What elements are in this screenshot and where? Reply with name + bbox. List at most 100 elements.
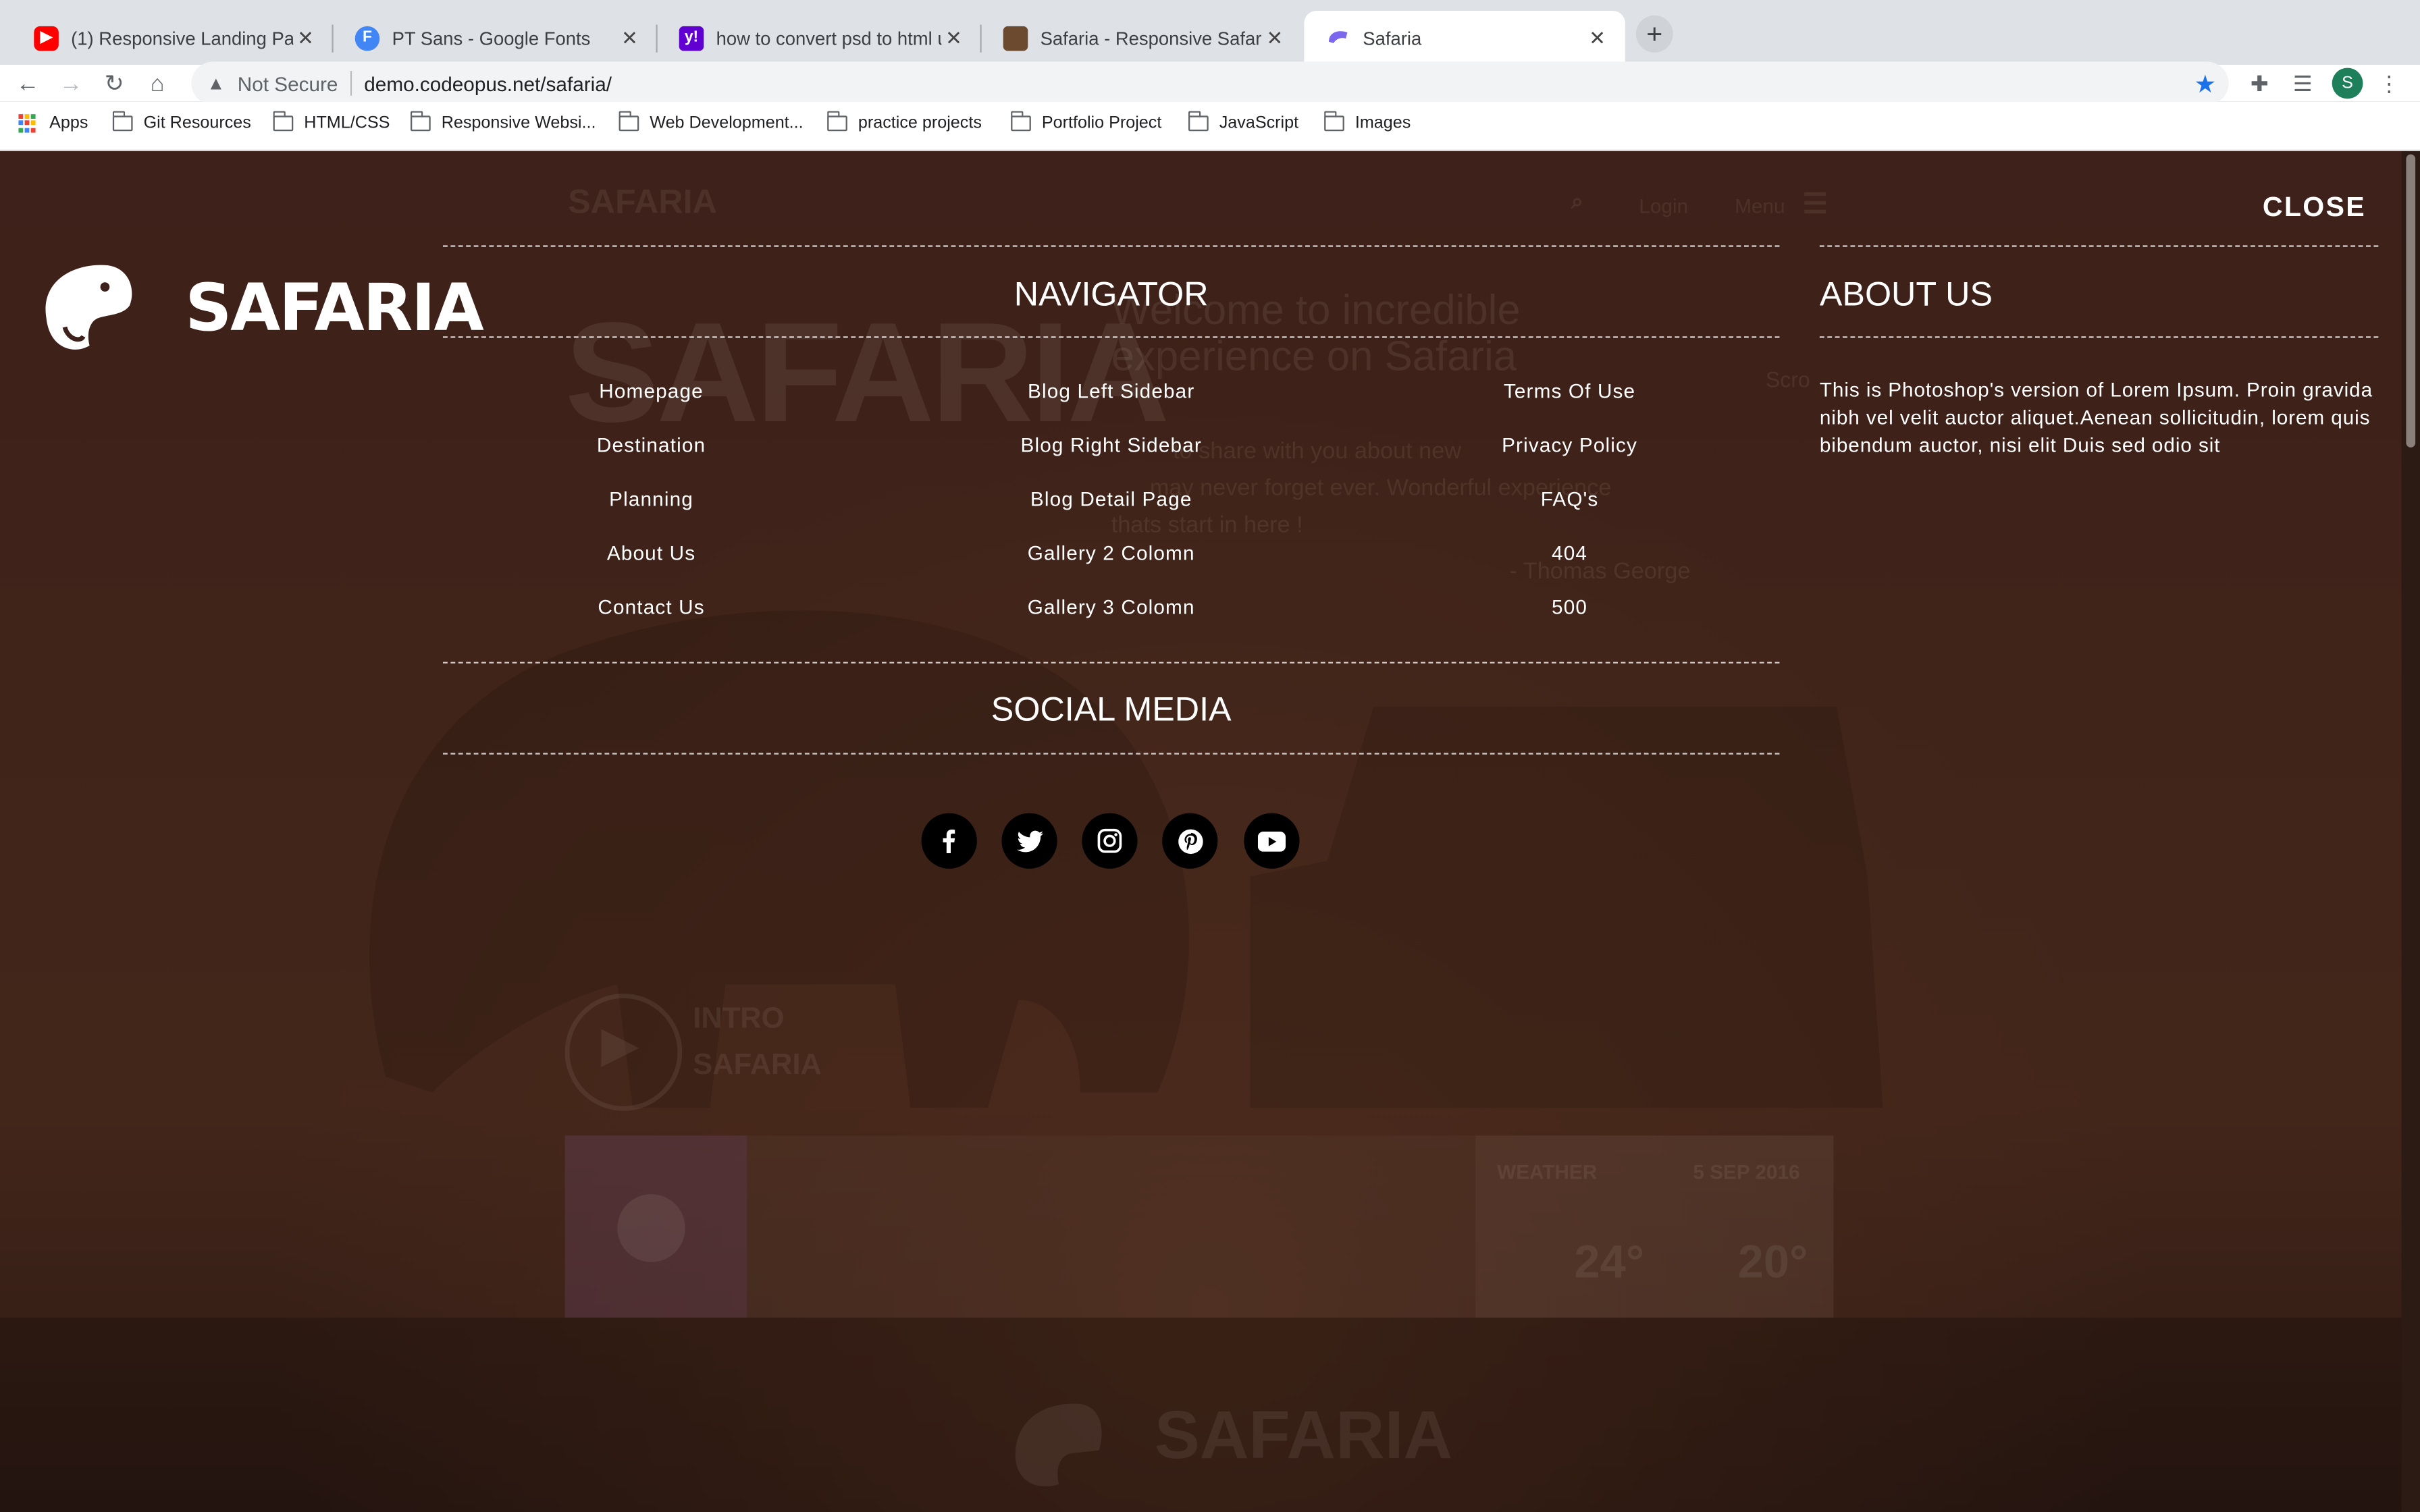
instagram-button[interactable] xyxy=(1082,813,1138,869)
browser-tab[interactable]: Safaria - Responsive Safari Tem ✕ xyxy=(982,11,1303,65)
divider xyxy=(443,753,1780,755)
youtube-icon: ▶ xyxy=(34,25,59,51)
pinterest-button[interactable] xyxy=(1162,813,1218,869)
bg-hamburger-icon: ☰ xyxy=(1802,188,1828,219)
youtube-button[interactable] xyxy=(1244,813,1300,869)
close-tab-icon[interactable]: ✕ xyxy=(1263,26,1288,51)
nav-link-500[interactable]: 500 xyxy=(1384,595,1755,618)
navigator-heading: NAVIGATOR xyxy=(1014,274,1209,314)
nav-link-destination[interactable]: Destination xyxy=(466,433,837,456)
reading-list-icon[interactable]: ☰ xyxy=(2287,68,2318,99)
bg-gallery-strip xyxy=(564,1135,1834,1318)
about-us-heading: ABOUT US xyxy=(1819,274,1993,314)
new-tab-button[interactable]: + xyxy=(1635,15,1673,53)
facebook-icon xyxy=(943,830,955,853)
bg-play-icon: ▶ xyxy=(602,1019,638,1071)
social-media-heading: SOCIAL MEDIA xyxy=(991,689,1232,728)
safaria-logo[interactable]: SAFARIA xyxy=(37,259,484,355)
bg-search-icon: ⌕ xyxy=(1571,188,1583,213)
address-bar[interactable]: ▲ Not Secure demo.codeopus.net/safaria/ … xyxy=(191,61,2229,105)
logo-text: SAFARIA xyxy=(185,269,484,345)
nav-link-blog-right-sidebar[interactable]: Blog Right Sidebar xyxy=(926,433,1296,456)
folder-icon xyxy=(827,111,847,132)
google-fonts-icon: F xyxy=(354,25,380,51)
nav-link-contact-us[interactable]: Contact Us xyxy=(466,595,837,618)
page-scrollbar[interactable] xyxy=(2401,151,2420,1512)
nav-link-about-us[interactable]: About Us xyxy=(466,541,837,564)
bookmark-folder[interactable]: Portfolio Project xyxy=(1011,111,1161,133)
close-tab-icon[interactable]: ✕ xyxy=(293,26,318,51)
bookmark-folder[interactable]: Git Resources xyxy=(112,111,251,133)
folder-icon xyxy=(619,111,639,132)
browser-menu-icon[interactable]: ⋮ xyxy=(2373,68,2404,99)
url-text[interactable]: demo.codeopus.net/safaria/ xyxy=(364,72,612,94)
bg-weather-label: WEATHER xyxy=(1497,1160,1598,1184)
nav-link-gallery-3-colomn[interactable]: Gallery 3 Colomn xyxy=(926,595,1296,618)
security-label[interactable]: Not Secure xyxy=(238,72,338,94)
bg-scroll-label: Scro xyxy=(1765,367,1810,392)
divider xyxy=(443,245,1780,247)
nav-link-terms-of-use[interactable]: Terms Of Use xyxy=(1384,379,1755,402)
close-menu-button[interactable]: CLOSE xyxy=(2263,191,2366,223)
folder-icon xyxy=(273,111,294,132)
bg-temp-2: 20° xyxy=(1737,1237,1808,1289)
bookmark-folder[interactable]: Web Development... xyxy=(619,111,804,133)
bg-hero-title-2: experience on Safaria xyxy=(1111,333,1517,380)
page-viewport: SAFARIA ⌕ Login Menu ☰ SAFARIA Welcome t… xyxy=(0,151,2420,1512)
twitter-icon xyxy=(1016,830,1043,852)
close-tab-icon[interactable]: ✕ xyxy=(941,26,966,51)
bg-check-icon xyxy=(617,1194,685,1262)
folder-icon xyxy=(411,111,431,132)
nav-link-404[interactable]: 404 xyxy=(1384,541,1755,564)
divider xyxy=(443,336,1780,338)
forward-icon[interactable]: → xyxy=(55,68,86,99)
bg-menu-link: Menu xyxy=(1735,194,1785,218)
bg-footer-logo: SAFARIA xyxy=(1154,1397,1453,1474)
bg-hero-brand: SAFARIA xyxy=(564,294,1170,452)
bookmark-apps[interactable]: Apps xyxy=(18,114,88,133)
bookmark-folder[interactable]: HTML/CSS xyxy=(273,111,390,133)
browser-tab[interactable]: ▶ (1) Responsive Landing Page U ✕ xyxy=(12,11,334,65)
close-tab-icon[interactable]: ✕ xyxy=(1585,26,1610,51)
home-icon[interactable]: ⌂ xyxy=(142,68,173,99)
browser-tab[interactable]: F PT Sans - Google Fonts ✕ xyxy=(334,11,658,65)
twitter-button[interactable] xyxy=(1001,813,1057,869)
bookmark-folder[interactable]: Images xyxy=(1324,111,1411,133)
nav-link-blog-detail-page[interactable]: Blog Detail Page xyxy=(926,487,1296,510)
nav-link-faqs[interactable]: FAQ's xyxy=(1384,487,1755,510)
nav-link-privacy-policy[interactable]: Privacy Policy xyxy=(1384,433,1755,456)
yahoo-icon: y! xyxy=(679,25,704,51)
bookmark-folder[interactable]: JavaScript xyxy=(1188,111,1298,133)
facebook-button[interactable] xyxy=(921,813,977,869)
nav-link-homepage[interactable]: Homepage xyxy=(466,379,837,402)
bookmark-folder[interactable]: practice projects xyxy=(827,111,982,133)
scrollbar-thumb[interactable] xyxy=(2406,154,2416,448)
close-tab-icon[interactable]: ✕ xyxy=(617,26,642,51)
extensions-icon[interactable]: ✚ xyxy=(2244,68,2275,99)
bg-login-link: Login xyxy=(1639,194,1689,218)
bg-footer-elephant-icon xyxy=(1015,1403,1102,1487)
back-icon[interactable]: ← xyxy=(12,68,43,99)
nav-link-planning[interactable]: Planning xyxy=(466,487,837,510)
safaria-favicon-icon xyxy=(1325,26,1350,51)
bookmarks-bar: Apps Git Resources HTML/CSS Responsive W… xyxy=(0,101,2420,152)
profile-avatar[interactable]: S xyxy=(2332,68,2363,99)
pinterest-icon xyxy=(1178,828,1203,853)
about-us-text: This is Photoshop's version of Lorem Ips… xyxy=(1819,378,2373,457)
browser-toolbar: ← → ↻ ⌂ ▲ Not Secure demo.codeopus.net/s… xyxy=(0,61,2420,105)
bg-temp-1: 24° xyxy=(1574,1237,1645,1289)
bg-intro-label-1: INTRO xyxy=(693,1002,785,1035)
reload-icon[interactable]: ↻ xyxy=(99,68,130,99)
folder-icon xyxy=(112,111,133,132)
browser-tab-active[interactable]: Safaria ✕ xyxy=(1304,11,1625,65)
elephant-logo-icon xyxy=(45,265,132,350)
bg-header-logo: SAFARIA xyxy=(568,182,717,221)
bookmark-folder[interactable]: Responsive Websi... xyxy=(411,111,596,133)
nav-link-gallery-2-colomn[interactable]: Gallery 2 Colomn xyxy=(926,541,1296,564)
nav-link-blog-left-sidebar[interactable]: Blog Left Sidebar xyxy=(926,379,1296,402)
browser-tab[interactable]: y! how to convert psd to html usin ✕ xyxy=(658,11,982,65)
instagram-icon xyxy=(1097,828,1122,853)
bg-weather-date: 5 SEP 2016 xyxy=(1693,1160,1800,1184)
divider xyxy=(1819,245,2379,247)
bookmark-star-icon[interactable]: ★ xyxy=(2194,70,2217,101)
